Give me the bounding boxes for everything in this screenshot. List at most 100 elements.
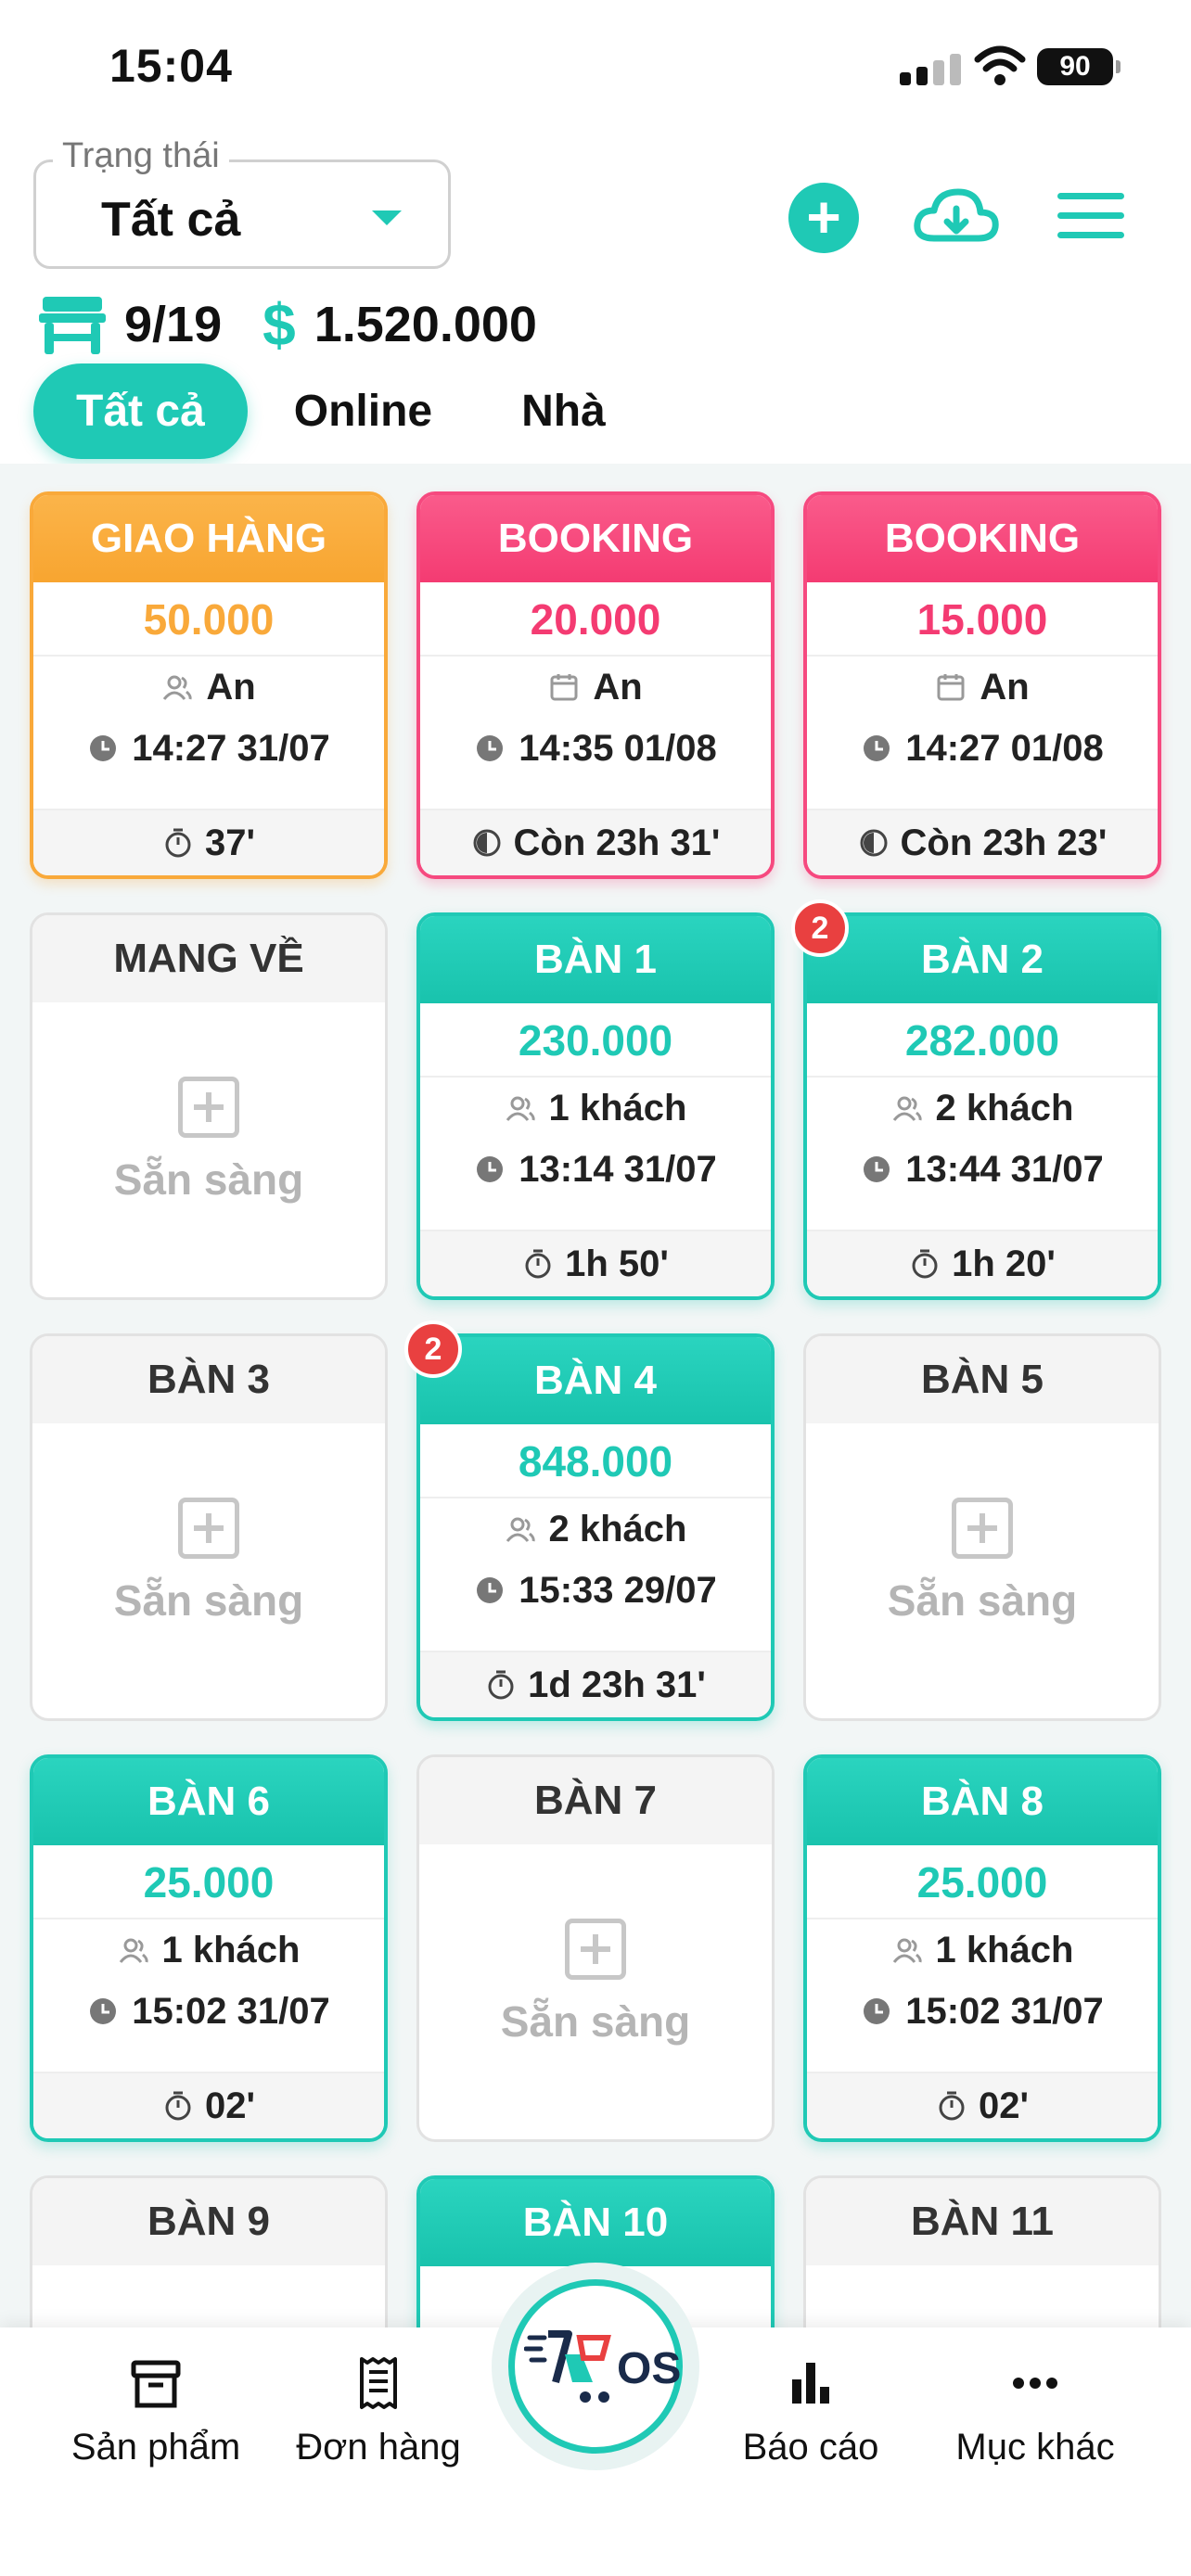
stopwatch-icon	[165, 2091, 191, 2121]
card-customer-text: An	[206, 666, 256, 708]
tab-all[interactable]: Tất cả	[33, 363, 248, 459]
nav-reports-label: Báo cáo	[742, 2427, 879, 2468]
clock-icon	[477, 735, 504, 761]
card-duration-text: 1h 50'	[565, 1243, 669, 1284]
ready-text: Sẵn sàng	[500, 1997, 691, 2046]
ready-text: Sẵn sàng	[887, 1576, 1078, 1625]
card-time-text: 13:14 31/07	[519, 1148, 717, 1190]
card-amount: 848.000	[420, 1424, 771, 1498]
card-table-9[interactable]: BÀN 9	[30, 2175, 388, 2327]
card-guests: 1 khách	[33, 1919, 384, 1981]
card-table-6[interactable]: BÀN 6 25.000 1 khách 15:02 31/07 02'	[30, 1754, 388, 2142]
card-ready: Sẵn sàng	[32, 1002, 385, 1297]
card-duration-text: 1d 23h 31'	[528, 1664, 706, 1705]
card-time-text: 14:27 01/08	[905, 727, 1104, 769]
card-guests: 1 khách	[420, 1078, 771, 1139]
card-table-1[interactable]: BÀN 1 230.000 1 khách 13:14 31/07 1h 50'	[416, 912, 775, 1300]
tab-home[interactable]: Nhà	[521, 386, 606, 437]
tables-grid: GIAO HÀNG 50.000 An 14:27 31/07 37' BOOK…	[0, 464, 1191, 2327]
card-delivery[interactable]: GIAO HÀNG 50.000 An 14:27 31/07 37'	[30, 491, 388, 879]
nav-orders[interactable]: Đơn hàng	[267, 2355, 490, 2468]
card-duration-text: 02'	[204, 2085, 255, 2126]
card-title: MANG VỀ	[32, 915, 385, 1002]
card-title: BÀN 10	[420, 2179, 771, 2266]
card-title: BÀN 11	[806, 2178, 1159, 2265]
card-amount: 15.000	[807, 582, 1158, 657]
card-table-7[interactable]: BÀN 7 Sẵn sàng	[416, 1754, 775, 2142]
stopwatch-icon	[525, 1249, 551, 1279]
ready-text: Sẵn sàng	[113, 1155, 304, 1204]
status-time: 15:04	[109, 40, 233, 92]
card-title: BÀN 8	[807, 1758, 1158, 1845]
dollar-icon: $	[263, 291, 296, 358]
logo-text: OS	[617, 2344, 682, 2393]
card-title: BÀN 5	[806, 1336, 1159, 1423]
card-time-text: 15:02 31/07	[132, 1990, 330, 2032]
archive-box-icon	[131, 2360, 181, 2408]
clock-icon	[477, 1577, 504, 1603]
status-filter-label: Trạng thái	[53, 136, 229, 176]
calendar-icon	[550, 674, 578, 701]
add-box-icon	[178, 1077, 239, 1138]
card-ready: Sẵn sàng	[419, 1844, 772, 2139]
countdown-icon	[473, 829, 501, 857]
clock-icon	[864, 1156, 890, 1182]
status-filter-dropdown[interactable]: Trạng thái Tất cả	[33, 136, 451, 269]
card-duration: Còn 23h 31'	[420, 809, 771, 875]
card-table-3[interactable]: BÀN 3 Sẵn sàng	[30, 1333, 388, 1721]
card-table-11[interactable]: BÀN 11	[803, 2175, 1161, 2327]
card-takeaway[interactable]: MANG VỀ Sẵn sàng	[30, 912, 388, 1300]
clock-icon	[864, 735, 890, 761]
card-customer: An	[33, 657, 384, 718]
card-booking[interactable]: BOOKING 20.000 An 14:35 01/08 Còn 23h 31…	[416, 491, 775, 879]
clock-icon	[90, 1998, 117, 2024]
card-duration-text: Còn 23h 23'	[900, 822, 1108, 863]
card-table-4[interactable]: BÀN 4 848.000 2 khách 15:33 29/07 1d 23h…	[416, 1333, 775, 1721]
cellular-signal-icon	[900, 54, 961, 85]
card-guests-text: 2 khách	[548, 1508, 687, 1549]
card-title: BÀN 9	[32, 2178, 385, 2265]
card-duration: Còn 23h 23'	[807, 809, 1158, 875]
card-amount: 20.000	[420, 582, 771, 657]
pos-logo: OS	[508, 2279, 683, 2454]
card-amount: 282.000	[807, 1003, 1158, 1078]
pos-logo-button[interactable]: OS	[492, 2263, 699, 2470]
card-amount: 25.000	[807, 1845, 1158, 1919]
card-duration: 02'	[33, 2072, 384, 2138]
cloud-download-icon[interactable]	[912, 183, 1001, 249]
hamburger-menu-icon[interactable]	[1057, 193, 1124, 239]
countdown-icon	[860, 829, 888, 857]
clock-icon	[477, 1156, 504, 1182]
notification-badge: 2	[404, 1320, 462, 1378]
notification-badge: 2	[791, 899, 849, 957]
card-duration: 1d 23h 31'	[420, 1651, 771, 1717]
nav-products[interactable]: Sản phẩm	[45, 2355, 267, 2468]
nav-more[interactable]: Mục khác	[924, 2355, 1146, 2468]
card-time: 15:02 31/07	[33, 1981, 384, 2042]
card-duration: 37'	[33, 809, 384, 875]
card-table-8[interactable]: BÀN 8 25.000 1 khách 15:02 31/07 02'	[803, 1754, 1161, 2142]
nav-orders-label: Đơn hàng	[296, 2427, 461, 2468]
card-guests: 1 khách	[807, 1919, 1158, 1981]
stopwatch-icon	[912, 1249, 938, 1279]
card-duration: 1h 50'	[420, 1230, 771, 1296]
card-booking[interactable]: BOOKING 15.000 An 14:27 01/08 Còn 23h 23…	[803, 491, 1161, 879]
card-title: BÀN 3	[32, 1336, 385, 1423]
nav-more-label: Mục khác	[955, 2427, 1115, 2468]
tab-online[interactable]: Online	[294, 386, 432, 437]
card-amount: 230.000	[420, 1003, 771, 1078]
card-guests-text: 1 khách	[935, 1929, 1074, 1970]
card-ready: Sẵn sàng	[806, 1423, 1159, 1718]
card-time-text: 15:02 31/07	[905, 1990, 1104, 2032]
card-customer: An	[807, 657, 1158, 718]
card-duration-text: 37'	[204, 822, 255, 863]
card-table-2[interactable]: BÀN 2 282.000 2 khách 13:44 31/07 1h 20'	[803, 912, 1161, 1300]
card-time: 14:27 31/07	[33, 718, 384, 779]
nav-reports[interactable]: Báo cáo	[699, 2355, 922, 2468]
card-table-5[interactable]: BÀN 5 Sẵn sàng	[803, 1333, 1161, 1721]
add-order-button[interactable]: +	[788, 183, 859, 253]
card-time: 15:33 29/07	[420, 1560, 771, 1621]
add-box-icon	[178, 1498, 239, 1559]
card-duration-text: Còn 23h 31'	[513, 822, 721, 863]
card-title: BÀN 7	[419, 1757, 772, 1844]
